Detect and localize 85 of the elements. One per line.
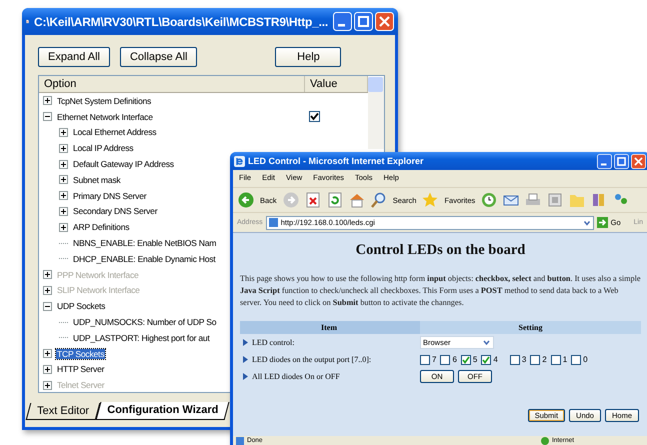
checkbox[interactable]	[530, 354, 540, 364]
tree-item[interactable]: Secondary DNS Server	[72, 206, 158, 216]
go-icon[interactable]	[596, 217, 608, 228]
expand-icon[interactable]	[59, 128, 68, 137]
stop-icon[interactable]	[304, 192, 321, 208]
history-icon[interactable]	[481, 192, 498, 208]
checkbox[interactable]	[420, 354, 430, 364]
checkbox[interactable]	[481, 354, 492, 364]
tree-item[interactable]: UDP_NUMSOCKS: Number of UDP So	[72, 317, 218, 328]
search-icon[interactable]	[370, 192, 387, 208]
page-heading: Control LEDs on the board	[354, 242, 526, 259]
checkbox-label: 3	[522, 355, 526, 364]
checkbox[interactable]	[571, 354, 582, 364]
expand-icon[interactable]	[59, 160, 68, 169]
item-label: LED diodes on the output port [7..0]:	[252, 355, 372, 364]
checkbox-label: 1	[562, 355, 568, 364]
printer-icon[interactable]	[525, 192, 542, 208]
page-icon	[268, 218, 278, 227]
bullet-icon	[243, 373, 248, 380]
home-icon[interactable]	[348, 192, 365, 208]
tree-item[interactable]: HTTP Server	[56, 364, 106, 374]
checkbox[interactable]	[550, 354, 561, 364]
bullet-icon	[243, 356, 248, 363]
column-header[interactable]: Option	[39, 76, 305, 92]
window-title: LED Control - Microsoft Internet Explorer	[248, 156, 425, 166]
expand-icon[interactable]	[59, 191, 68, 200]
star-icon[interactable]	[422, 192, 438, 208]
window-title: C:\Keil\ARM\RV30\RTL\Boards\Keil\MCBSTR9\Http_...	[34, 14, 328, 28]
maximize-icon[interactable]	[614, 154, 629, 168]
expand-icon[interactable]	[59, 222, 68, 232]
globe-icon	[540, 436, 549, 444]
refresh-icon[interactable]	[326, 192, 343, 208]
browser-icon	[234, 156, 245, 166]
maximize-icon[interactable]	[354, 12, 373, 31]
value-checkbox[interactable]	[309, 111, 320, 122]
tree-item[interactable]: TCP Sockets	[56, 348, 106, 359]
tree-item[interactable]: DHCP_ENABLE: Enable Dynamic Host	[72, 254, 216, 264]
tab[interactable]: Text Editor	[26, 403, 100, 420]
collapse-icon[interactable]	[43, 302, 52, 311]
minimize-icon[interactable]	[597, 154, 612, 168]
expand-all-button[interactable]: Expand All	[38, 47, 110, 67]
page-icon	[236, 436, 244, 444]
checkbox-label: 7	[432, 355, 436, 364]
bullet-icon	[243, 339, 248, 346]
minimize-icon[interactable]	[333, 12, 352, 31]
caret-icon[interactable]	[482, 338, 491, 347]
tree-item[interactable]: Local IP Address	[72, 143, 134, 154]
item-label: All LED diodes On or OFF	[252, 372, 340, 381]
expand-icon[interactable]	[59, 206, 68, 216]
checkbox-label: 5	[472, 355, 478, 364]
tree-item[interactable]: Subnet mask	[72, 174, 122, 185]
column-header: Setting	[420, 321, 641, 334]
close-icon[interactable]	[375, 12, 394, 31]
tree-item[interactable]: ARP Definitions	[72, 222, 130, 232]
tree-item[interactable]: Ethernet Network Interface	[56, 112, 154, 122]
back-icon[interactable]	[238, 192, 254, 208]
tree-item[interactable]: Local Ethernet Address	[72, 127, 158, 138]
help-button[interactable]: Help	[275, 47, 342, 67]
close-icon[interactable]	[631, 154, 646, 168]
tab[interactable]: Configuration Wizard	[96, 402, 230, 420]
checkbox[interactable]	[440, 354, 450, 364]
expand-icon[interactable]	[43, 349, 52, 358]
intro-paragraph: This page shows you how to use the following http form input objects: checkbox, select and button. It uses also a simple Java Script function to check/uncheck all checkboxes. This Form uses a POST method to send data back to a Web server. You need to click on Submit button to activate the channges.	[240, 273, 641, 309]
checkbox[interactable]	[460, 354, 471, 364]
tree-item[interactable]: TcpNet System Definitions	[56, 96, 152, 106]
scrollbar[interactable]	[368, 77, 384, 149]
tree-item[interactable]: UDP_LASTPORT: Highest port for aut	[72, 332, 211, 343]
tree-item[interactable]: UDP Sockets	[56, 301, 106, 312]
item-label: LED control:	[252, 338, 294, 347]
expand-icon[interactable]	[59, 175, 68, 184]
tree-item[interactable]: Primary DNS Server	[72, 190, 148, 201]
checkbox-label: 4	[493, 355, 498, 364]
collapse-all-button[interactable]: Collapse All	[120, 47, 198, 67]
expand-icon[interactable]	[59, 144, 68, 153]
checkbox-label: 0	[583, 355, 588, 364]
expand-icon[interactable]	[43, 96, 52, 106]
collapse-icon[interactable]	[43, 112, 52, 122]
tree-item[interactable]: Default Gateway IP Address	[72, 159, 175, 170]
expand-icon[interactable]	[43, 364, 52, 374]
checkbox-label: 6	[452, 355, 457, 364]
tree-item[interactable]: NBNS_ENABLE: Enable NetBIOS Nam	[72, 238, 218, 248]
checkbox[interactable]	[510, 354, 520, 364]
column-header: Item	[320, 322, 338, 334]
checkbox-label: 2	[542, 355, 547, 364]
caret-icon[interactable]	[582, 218, 591, 226]
